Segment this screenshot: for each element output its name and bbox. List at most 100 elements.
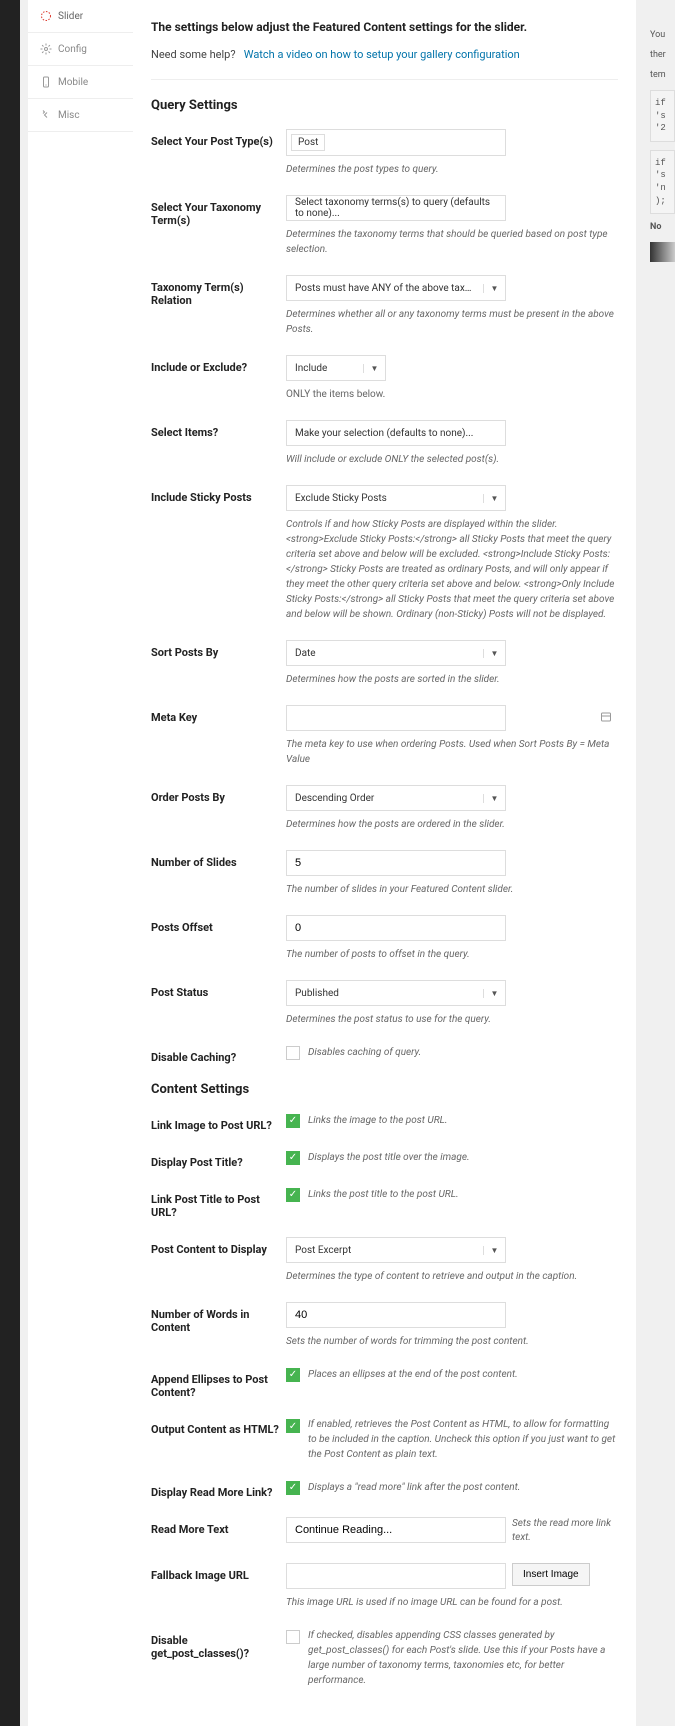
status-select[interactable]: Published ▼ — [286, 980, 506, 1006]
tab-config[interactable]: Config — [28, 33, 133, 66]
slider-icon — [40, 10, 52, 22]
label-num-slides: Number of Slides — [151, 850, 286, 869]
read-more-link-checkbox[interactable]: ✓ — [286, 1481, 300, 1495]
html-checkbox[interactable]: ✓ — [286, 1419, 300, 1433]
desc-order: Determines how the posts are ordered in … — [286, 817, 618, 832]
desc-status: Determines the post status to use for th… — [286, 1012, 618, 1027]
select-items-input[interactable]: Make your selection (defaults to none)..… — [286, 420, 506, 446]
settings-tabs-sidebar: Slider Config Mobile — [28, 0, 133, 1726]
tab-label: Mobile — [58, 77, 88, 88]
read-more-text-input[interactable] — [286, 1517, 506, 1543]
code-snippet: if 's 'n ); — [650, 150, 675, 214]
list-icon[interactable] — [600, 711, 612, 726]
ellipses-checkbox[interactable]: ✓ — [286, 1368, 300, 1382]
fallback-input[interactable] — [286, 1563, 506, 1589]
disable-caching-checkbox[interactable] — [286, 1046, 300, 1060]
label-relation: Taxonomy Term(s) Relation — [151, 275, 286, 307]
help-row: Need some help? Watch a video on how to … — [151, 48, 618, 80]
label-disable-caching: Disable Caching? — [151, 1045, 286, 1064]
desc-read-more-link: Displays a "read more" link after the po… — [308, 1480, 520, 1495]
tab-mobile[interactable]: Mobile — [28, 66, 133, 99]
label-num-words: Number of Words in Content — [151, 1302, 286, 1334]
desc-offset: The number of posts to offset in the que… — [286, 947, 618, 962]
tab-slider[interactable]: Slider — [28, 0, 133, 33]
right-text: No — [650, 222, 675, 232]
desc-relation: Determines whether all or any taxonomy t… — [286, 307, 618, 337]
relation-value: Posts must have ANY of the above taxono.… — [287, 283, 483, 294]
right-text: You — [650, 30, 675, 40]
num-words-input[interactable] — [286, 1302, 506, 1328]
label-html: Output Content as HTML? — [151, 1417, 286, 1436]
label-link-image: Link Image to Post URL? — [151, 1113, 286, 1132]
relation-select[interactable]: Posts must have ANY of the above taxono.… — [286, 275, 506, 301]
chevron-down-icon: ▼ — [483, 494, 505, 503]
taxonomy-terms-input[interactable]: Select taxonomy terms(s) to query (defau… — [286, 195, 506, 221]
label-link-title: Link Post Title to Post URL? — [151, 1187, 286, 1219]
label-taxonomy-terms: Select Your Taxonomy Term(s) — [151, 195, 286, 227]
chevron-down-icon: ▼ — [483, 284, 505, 293]
order-select[interactable]: Descending Order ▼ — [286, 785, 506, 811]
insert-image-button[interactable]: Insert Image — [512, 1563, 590, 1586]
include-exclude-value: Include — [287, 363, 363, 374]
select-items-value: Make your selection (defaults to none)..… — [295, 428, 473, 439]
admin-leftbar — [0, 0, 20, 1726]
gradient-strip — [650, 242, 675, 262]
post-type-tag[interactable]: Post — [291, 134, 325, 151]
post-content-select[interactable]: Post Excerpt ▼ — [286, 1237, 506, 1263]
chevron-down-icon: ▼ — [483, 989, 505, 998]
desc-post-type: Determines the post types to query. — [286, 162, 618, 177]
label-post-content: Post Content to Display — [151, 1237, 286, 1256]
taxonomy-terms-value: Select taxonomy terms(s) to query (defau… — [295, 197, 497, 219]
desc-fallback: This image URL is used if no image URL c… — [286, 1595, 618, 1610]
offset-input[interactable] — [286, 915, 506, 941]
label-sticky: Include Sticky Posts — [151, 485, 286, 504]
label-status: Post Status — [151, 980, 286, 999]
settings-content: The settings below adjust the Featured C… — [133, 0, 636, 1726]
sticky-value: Exclude Sticky Posts — [287, 493, 483, 504]
chevron-down-icon: ▼ — [363, 364, 385, 373]
mobile-icon — [40, 76, 52, 88]
desc-post-content: Determines the type of content to retrie… — [286, 1269, 618, 1284]
display-title-checkbox[interactable]: ✓ — [286, 1151, 300, 1165]
desc-num-words: Sets the number of words for trimming th… — [286, 1334, 618, 1349]
order-value: Descending Order — [287, 793, 483, 804]
disable-classes-checkbox[interactable] — [286, 1630, 300, 1644]
desc-select-items: Will include or exclude ONLY the selecte… — [286, 452, 618, 467]
include-exclude-select[interactable]: Include ▼ — [286, 355, 386, 381]
section-query-title: Query Settings — [151, 98, 618, 113]
post-type-input[interactable]: Post — [286, 129, 506, 156]
label-post-type: Select Your Post Type(s) — [151, 129, 286, 148]
desc-sort: Determines how the posts are sorted in t… — [286, 672, 618, 687]
label-meta-key: Meta Key — [151, 705, 286, 724]
label-disable-classes: Disable get_post_classes()? — [151, 1628, 286, 1660]
sticky-select[interactable]: Exclude Sticky Posts ▼ — [286, 485, 506, 511]
num-slides-input[interactable] — [286, 850, 506, 876]
help-link[interactable]: Watch a video on how to setup your galle… — [244, 48, 520, 61]
link-image-checkbox[interactable]: ✓ — [286, 1114, 300, 1128]
label-ellipses: Append Ellipses to Post Content? — [151, 1367, 286, 1399]
label-fallback: Fallback Image URL — [151, 1563, 286, 1582]
tab-label: Misc — [58, 110, 80, 121]
desc-read-more-text: Sets the read more link text. — [512, 1517, 612, 1545]
desc-ellipses: Places an ellipses at the end of the pos… — [308, 1367, 518, 1382]
meta-key-input[interactable] — [286, 705, 506, 731]
desc-html: If enabled, retrieves the Post Content a… — [308, 1417, 618, 1462]
desc-meta-key: The meta key to use when ordering Posts.… — [286, 737, 618, 767]
desc-disable-caching: Disables caching of query. — [308, 1045, 421, 1060]
sort-select[interactable]: Date ▼ — [286, 640, 506, 666]
chevron-down-icon: ▼ — [483, 794, 505, 803]
page-title: The settings below adjust the Featured C… — [151, 20, 618, 34]
desc-link-image: Links the image to the post URL. — [308, 1113, 447, 1128]
chevron-down-icon: ▼ — [483, 1246, 505, 1255]
desc-num-slides: The number of slides in your Featured Co… — [286, 882, 618, 897]
desc-display-title: Displays the post title over the image. — [308, 1150, 470, 1165]
right-sidebar-clip: You ther tem if 's '2 if 's 'n ); No — [650, 0, 675, 1726]
sort-value: Date — [287, 648, 483, 659]
desc-sticky: Controls if and how Sticky Posts are dis… — [286, 517, 618, 622]
link-title-checkbox[interactable]: ✓ — [286, 1188, 300, 1202]
gear-icon — [40, 43, 52, 55]
tab-label: Config — [58, 44, 87, 55]
label-display-title: Display Post Title? — [151, 1150, 286, 1169]
post-content-value: Post Excerpt — [287, 1245, 483, 1256]
tab-misc[interactable]: Misc — [28, 99, 133, 132]
